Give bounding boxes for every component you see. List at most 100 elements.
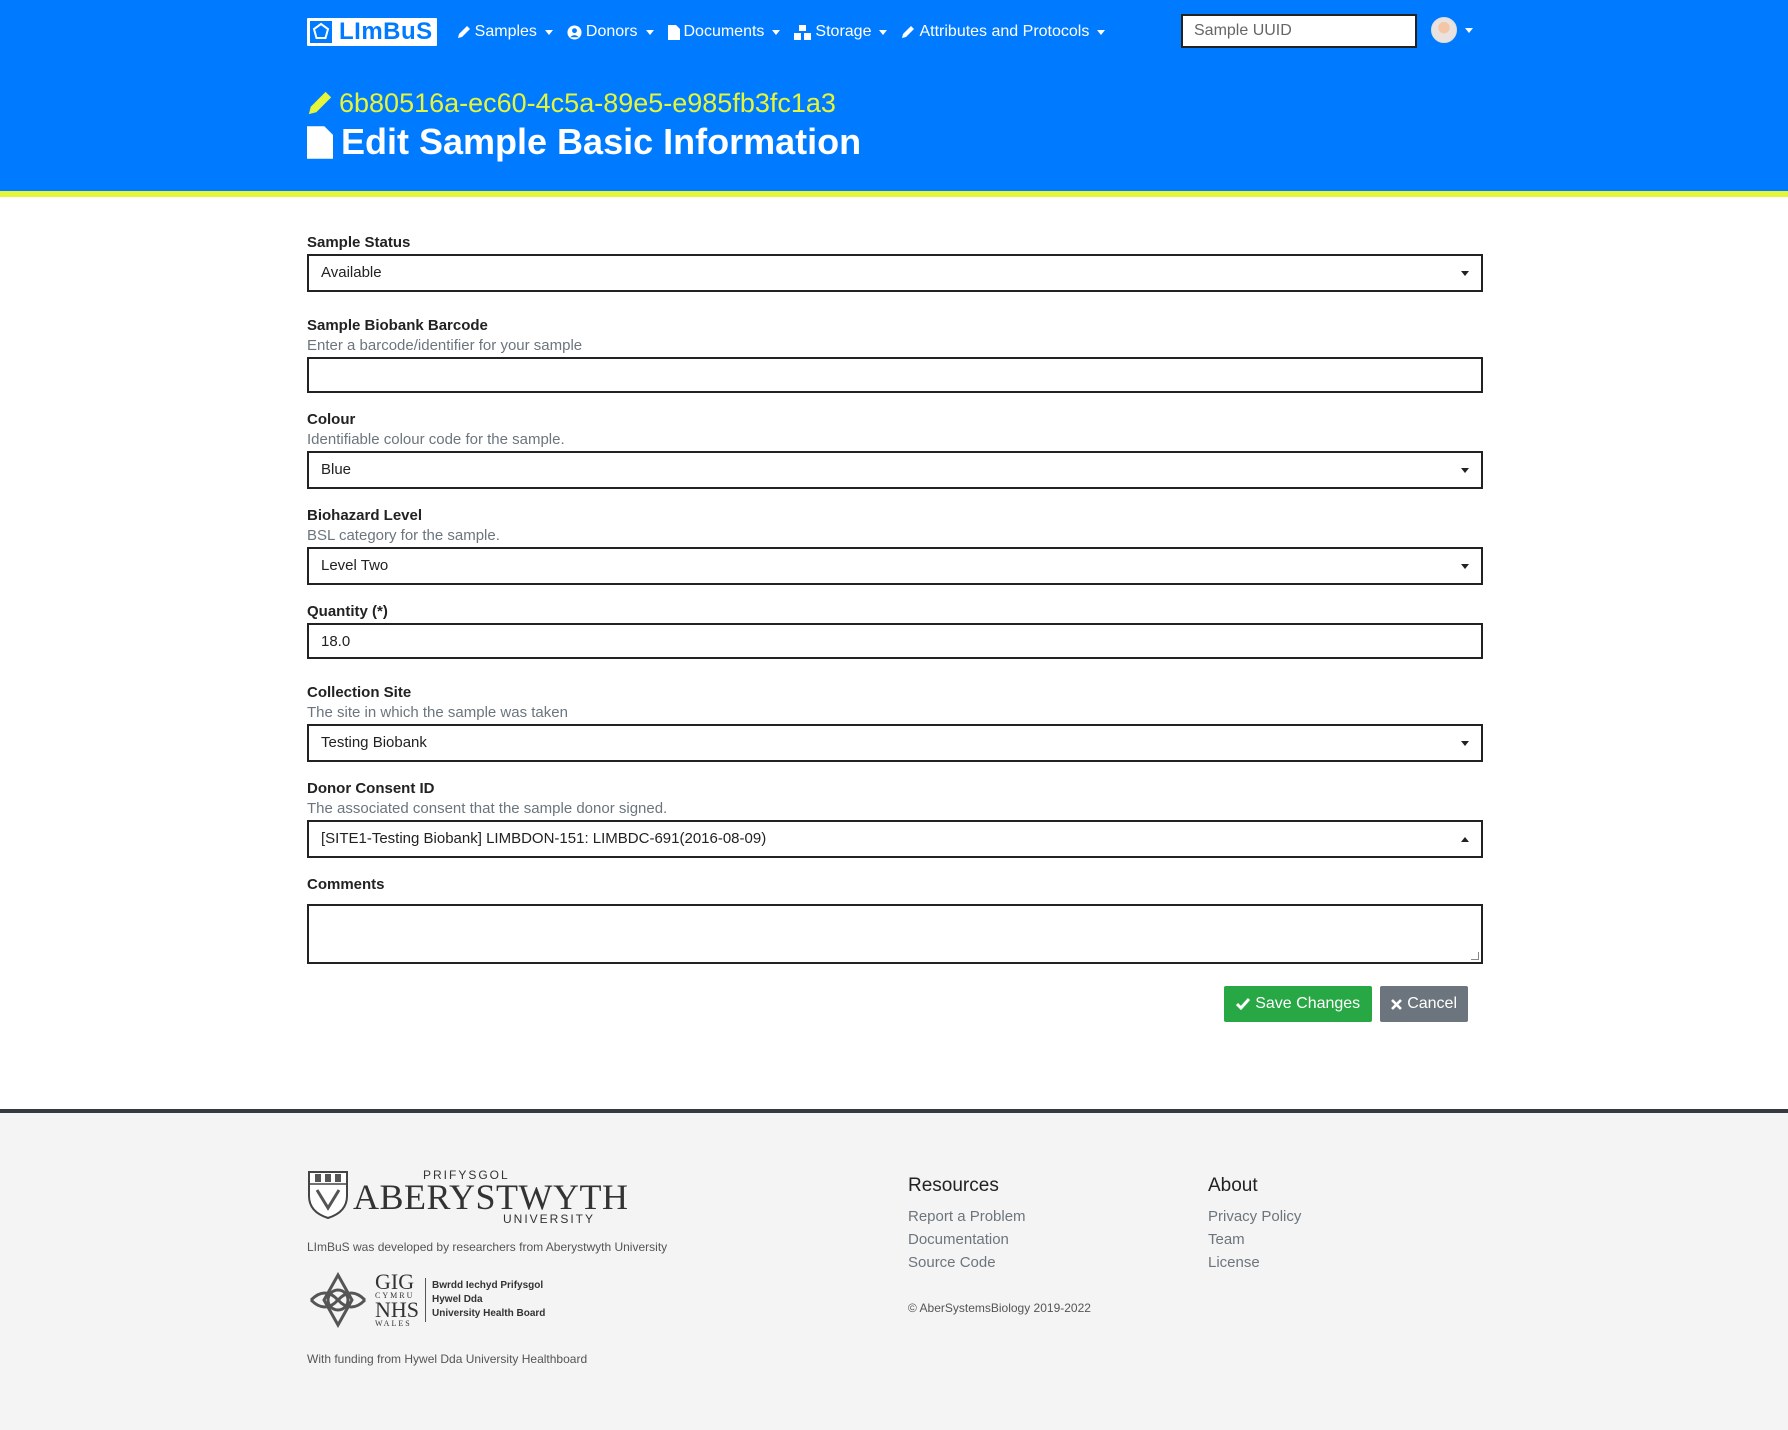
nav-storage-label: Storage <box>815 23 872 40</box>
quantity-input[interactable]: 18.0 <box>307 623 1483 659</box>
consent-group: Donor Consent ID The associated consent … <box>307 778 1483 874</box>
brand-logo[interactable]: LImBuS <box>307 18 437 46</box>
chevron-down-icon <box>772 29 781 35</box>
save-changes-button[interactable]: Save Changes <box>1224 986 1373 1022</box>
check-icon <box>1236 998 1251 1010</box>
chevron-down-icon <box>544 29 553 35</box>
page-heading: 6b80516a-ec60-4c5a-89e5-e985fb3fc1a3 Edi… <box>307 86 1483 163</box>
colour-help: Identifiable colour code for the sample. <box>307 431 565 448</box>
celtic-knot-icon <box>309 1272 367 1328</box>
footer-about: About Privacy Policy Team License <box>1208 1175 1301 1274</box>
quantity-label: Quantity (*) <box>307 603 388 620</box>
barcode-label: Sample Biobank Barcode <box>307 317 488 334</box>
pencil-icon <box>457 26 470 38</box>
license-link[interactable]: License <box>1208 1251 1301 1274</box>
documentation-link[interactable]: Documentation <box>908 1228 1026 1251</box>
sample-uuid-search-input[interactable] <box>1181 14 1417 48</box>
biohazard-select[interactable]: Level Two <box>307 547 1483 585</box>
boxes-icon <box>794 24 812 40</box>
cancel-button[interactable]: Cancel <box>1380 986 1468 1022</box>
collection-site-select[interactable]: Testing Biobank <box>307 724 1483 762</box>
chevron-down-icon <box>1461 271 1469 276</box>
sample-status-group: Sample Status Available <box>307 232 1483 315</box>
nhs-board-line-3: University Health Board <box>432 1308 546 1319</box>
nhs-board-line-1: Bwrdd Iechyd Prifysgol <box>432 1280 544 1291</box>
barcode-input[interactable] <box>307 357 1483 393</box>
nav-attributes[interactable]: Attributes and Protocols <box>901 23 1106 41</box>
edit-sample-form: Sample Status Available Sample Biobank B… <box>307 232 1483 1022</box>
collection-site-help: The site in which the sample was taken <box>307 704 568 721</box>
navbar: LImBuS Samples Donors Documents Storage … <box>307 14 1483 50</box>
save-changes-label: Save Changes <box>1255 995 1361 1012</box>
report-problem-link[interactable]: Report a Problem <box>908 1205 1026 1228</box>
nav-documents[interactable]: Documents <box>667 23 781 41</box>
sample-status-value: Available <box>321 264 382 281</box>
comments-textarea[interactable] <box>307 904 1483 964</box>
chevron-down-icon <box>879 29 888 35</box>
user-circle-icon <box>567 24 582 40</box>
resize-handle-icon[interactable] <box>1471 952 1479 960</box>
copyright: © AberSystemsBiology 2019-2022 <box>908 1301 1091 1315</box>
nav-donors[interactable]: Donors <box>567 23 654 41</box>
sample-status-label: Sample Status <box>307 234 411 251</box>
privacy-policy-link[interactable]: Privacy Policy <box>1208 1205 1301 1228</box>
chevron-up-icon <box>1461 837 1469 842</box>
collection-site-label: Collection Site <box>307 684 412 701</box>
page-title: Edit Sample Basic Information <box>307 121 1483 163</box>
nav-samples-label: Samples <box>474 23 537 40</box>
footer-credits: PRIFYSGOL ABERYSTWYTH UNIVERSITY LImBuS … <box>307 1168 737 1366</box>
team-link[interactable]: Team <box>1208 1228 1301 1251</box>
hywel-dda-logo[interactable]: GIG CYMRU NHS WALES Bwrdd Iechyd Prifysg… <box>307 1269 737 1328</box>
uni-name: ABERYSTWYTH <box>353 1177 629 1217</box>
pencil-icon <box>308 91 332 115</box>
close-icon <box>1391 998 1403 1010</box>
nhs-gig: GIG <box>375 1269 415 1294</box>
comments-group: Comments <box>307 874 1483 964</box>
logo-divider <box>425 1278 427 1322</box>
chevron-down-icon <box>1097 29 1106 35</box>
nav-attributes-label: Attributes and Protocols <box>919 23 1090 40</box>
page-title-text: Edit Sample Basic Information <box>341 121 862 162</box>
sample-uuid-text: 6b80516a-ec60-4c5a-89e5-e985fb3fc1a3 <box>339 87 836 118</box>
aberystwyth-logo[interactable]: PRIFYSGOL ABERYSTWYTH UNIVERSITY <box>307 1168 737 1230</box>
nhs-board-line-2: Hywel Dda <box>432 1294 483 1305</box>
consent-select[interactable]: [SITE1-Testing Biobank] LIMBDON-151: LIM… <box>307 820 1483 858</box>
footer-resources: Resources Report a Problem Documentation… <box>908 1175 1026 1274</box>
biohazard-value: Level Two <box>321 557 389 574</box>
nav-donors-label: Donors <box>585 23 638 40</box>
university-crest-icon <box>308 1171 348 1220</box>
developed-by-note: LImBuS was developed by researchers from… <box>307 1240 668 1254</box>
sample-status-select[interactable]: Available <box>307 254 1483 292</box>
footer: PRIFYSGOL ABERYSTWYTH UNIVERSITY LImBuS … <box>0 1109 1788 1430</box>
user-menu[interactable] <box>1431 17 1473 43</box>
consent-value: [SITE1-Testing Biobank] LIMBDON-151: LIM… <box>321 830 767 847</box>
biohazard-label: Biohazard Level <box>307 507 423 524</box>
avatar[interactable] <box>1431 17 1457 43</box>
nhs-nhs: NHS <box>375 1297 420 1322</box>
sample-uuid-heading: 6b80516a-ec60-4c5a-89e5-e985fb3fc1a3 <box>307 86 1483 120</box>
collection-site-group: Collection Site The site in which the sa… <box>307 682 1483 778</box>
colour-value: Blue <box>321 461 352 478</box>
brand-name: LImBuS <box>339 18 433 45</box>
colour-select[interactable]: Blue <box>307 451 1483 489</box>
resources-heading: Resources <box>908 1175 999 1196</box>
chevron-down-icon <box>645 29 654 35</box>
chevron-down-icon <box>1461 564 1469 569</box>
source-code-link[interactable]: Source Code <box>908 1251 1026 1274</box>
collection-site-value: Testing Biobank <box>321 734 427 751</box>
file-icon <box>667 24 680 40</box>
nav-documents-label: Documents <box>683 23 765 40</box>
quantity-value: 18.0 <box>321 633 351 650</box>
consent-help: The associated consent that the sample d… <box>307 800 668 817</box>
form-actions: Save Changes Cancel <box>1224 986 1468 1022</box>
chevron-down-icon <box>1465 27 1473 33</box>
nav-samples[interactable]: Samples <box>457 23 553 41</box>
barcode-group: Sample Biobank Barcode Enter a barcode/i… <box>307 315 1483 409</box>
biohazard-help: BSL category for the sample. <box>307 527 500 544</box>
cancel-label: Cancel <box>1407 995 1457 1012</box>
colour-label: Colour <box>307 411 356 428</box>
chevron-down-icon <box>1461 468 1469 473</box>
nav-storage[interactable]: Storage <box>794 23 888 41</box>
biohazard-group: Biohazard Level BSL category for the sam… <box>307 505 1483 601</box>
chevron-down-icon <box>1461 741 1469 746</box>
